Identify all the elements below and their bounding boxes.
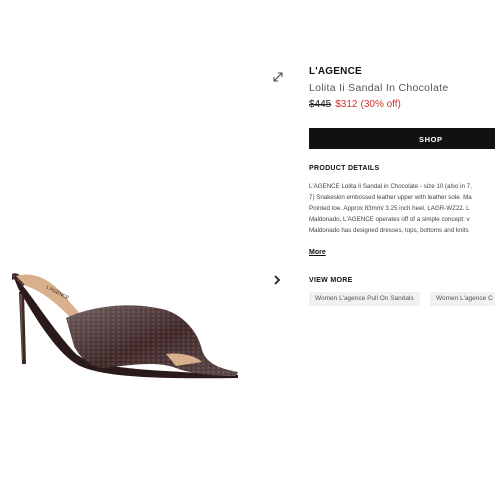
- product-name: Lolita Ii Sandal In Chocolate: [309, 82, 449, 94]
- details-line: Maldonado, L'AGENCE operates off of a si…: [309, 216, 470, 223]
- shop-button-label: SHOP: [419, 135, 443, 144]
- sale-price: $312: [335, 99, 358, 110]
- product-details-title: PRODUCT DETAILS: [309, 165, 380, 172]
- original-price: $445: [309, 99, 332, 110]
- product-details-text: L'AGENCE Lolita Ii Sandal in Chocolate -…: [309, 181, 495, 236]
- shop-button[interactable]: SHOP: [309, 128, 495, 149]
- details-line: Maldonado has designed dresses, tops, bo…: [309, 227, 469, 234]
- details-line: Pointed toe. Approx 83mm/ 3.25 inch heel…: [309, 205, 470, 212]
- brand-name[interactable]: L'AGENCE: [309, 66, 362, 77]
- product-info-panel: L'AGENCE Lolita Ii Sandal In Chocolate $…: [309, 0, 495, 495]
- sandal-illustration: L'AGENCE: [12, 273, 238, 379]
- details-line: 7) Snakeskin embossed leather upper with…: [309, 194, 472, 201]
- view-more-title: VIEW MORE: [309, 277, 353, 284]
- details-line: L'AGENCE Lolita Ii Sandal in Chocolate -…: [309, 183, 472, 190]
- more-link[interactable]: More: [309, 249, 326, 256]
- price-row: $445 $312 (30% off): [309, 99, 401, 110]
- chevron-right-icon[interactable]: [270, 273, 284, 287]
- view-more-tag[interactable]: Women L'agence Pull On Sandals: [309, 292, 420, 306]
- product-image: L'AGENCE: [6, 262, 242, 384]
- view-more-tag[interactable]: Women L'agence C: [430, 292, 495, 306]
- discount-label: (30% off): [360, 99, 401, 110]
- expand-icon[interactable]: [271, 70, 285, 84]
